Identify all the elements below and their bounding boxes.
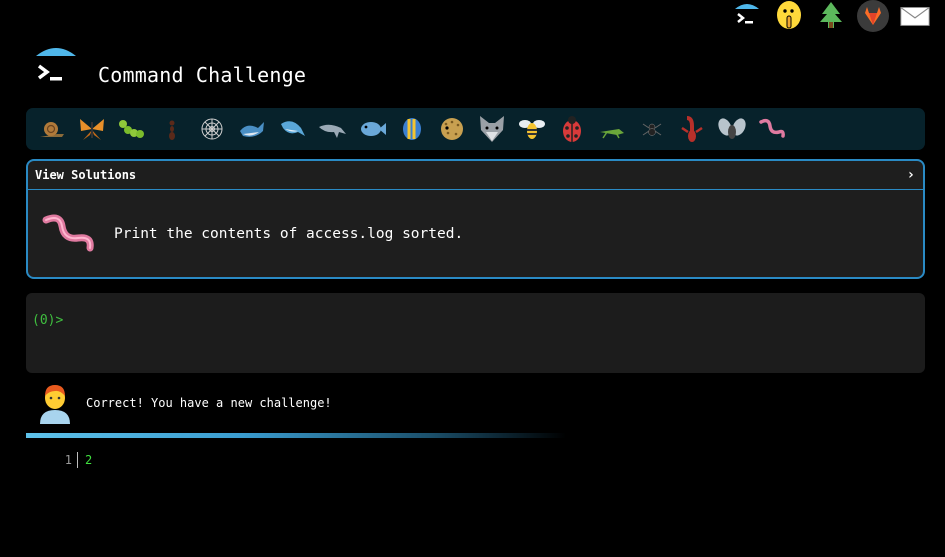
challenge-panel: View Solutions › Print the contents of a… <box>26 159 925 279</box>
challenge-description: Print the contents of access.log sorted. <box>114 226 464 242</box>
page: Command Challenge View Solutions › Print… <box>0 0 945 557</box>
top-nav <box>731 0 931 32</box>
worm-icon[interactable] <box>754 111 790 147</box>
dolphin-spout-icon[interactable] <box>274 111 310 147</box>
worm-icon <box>42 214 94 252</box>
spider-icon[interactable] <box>634 111 670 147</box>
view-solutions-toggle[interactable]: View Solutions › <box>28 161 923 190</box>
terminal-input[interactable]: (0)> <box>26 293 925 373</box>
blowfish-icon[interactable] <box>434 111 470 147</box>
avatar <box>40 385 70 424</box>
terminal-logo-icon[interactable] <box>34 46 78 92</box>
terminal-prompt: (0)> <box>32 313 64 328</box>
line-number: 1 <box>26 452 78 468</box>
progress-bar <box>26 433 566 438</box>
snail-icon[interactable] <box>34 111 70 147</box>
ladybug-icon[interactable] <box>554 111 590 147</box>
page-title: Command Challenge <box>98 63 307 87</box>
challenge-body: Print the contents of access.log sorted. <box>28 190 923 278</box>
command-output: 1 2 <box>26 452 92 468</box>
wolf-icon[interactable] <box>474 111 510 147</box>
chevron-right-icon: › <box>906 167 915 183</box>
gitlab-icon[interactable] <box>857 0 889 32</box>
feedback-text: Correct! You have a new challenge! <box>86 396 332 410</box>
fly-icon[interactable] <box>714 111 750 147</box>
cricket-icon[interactable] <box>594 111 630 147</box>
bee-icon[interactable] <box>514 111 550 147</box>
mail-icon[interactable] <box>899 0 931 32</box>
feedback-message: Correct! You have a new challenge! <box>38 382 332 424</box>
ant-icon[interactable] <box>154 111 190 147</box>
view-solutions-label: View Solutions <box>35 168 137 182</box>
output-line: 2 <box>85 453 93 467</box>
butterfly-icon[interactable] <box>74 111 110 147</box>
terminal-logo-icon[interactable] <box>731 0 763 32</box>
caterpillar-icon[interactable] <box>114 111 150 147</box>
tree-icon[interactable] <box>815 0 847 32</box>
shushing-face-icon[interactable] <box>773 0 805 32</box>
dolphin-icon[interactable] <box>314 111 350 147</box>
tropical-fish-icon[interactable] <box>394 111 430 147</box>
header: Command Challenge <box>34 46 306 92</box>
challenge-bar <box>26 108 925 150</box>
whale-icon[interactable] <box>234 111 270 147</box>
spider-web-icon[interactable] <box>194 111 230 147</box>
fish-icon[interactable] <box>354 111 390 147</box>
scorpion-icon[interactable] <box>674 111 710 147</box>
